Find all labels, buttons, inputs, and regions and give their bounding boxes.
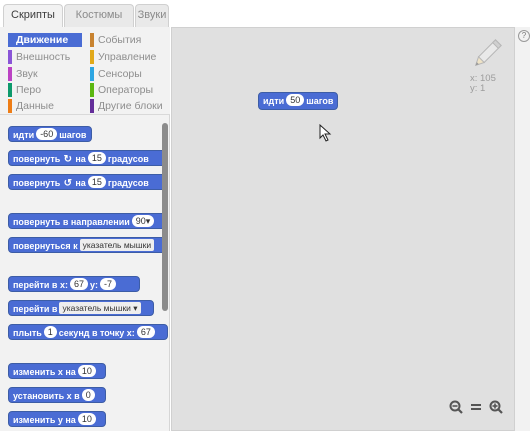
move-block[interactable]: идти -60 шагов	[8, 126, 92, 142]
go-to-xy-block[interactable]: перейти в x: 67 y: -7	[8, 276, 140, 292]
category-color-bar	[8, 99, 12, 113]
tab-sounds[interactable]: Звуки	[135, 4, 169, 27]
category-list: Движение Внешность Звук Перо Данные Собы…	[0, 27, 170, 115]
block-text: повернуть	[13, 154, 61, 164]
category-label: Другие блоки	[98, 100, 163, 112]
block-text: плыть	[13, 328, 42, 338]
category-label: Операторы	[98, 84, 154, 96]
block-text: изменить у на	[13, 415, 76, 425]
target-dropdown[interactable]: указатель мышки	[79, 239, 155, 251]
category-label: Перо	[16, 84, 42, 96]
script-area[interactable]: идти 50 шагов x: 105 y: 1	[171, 27, 515, 431]
category-label: События	[98, 34, 142, 46]
category-color-bar	[8, 83, 12, 97]
pencil-icon	[474, 39, 502, 67]
category-label: Управление	[98, 51, 157, 63]
help-icon[interactable]: ?	[518, 30, 530, 42]
zoom-reset-icon[interactable]	[468, 399, 484, 415]
dy-input[interactable]: 10	[77, 413, 96, 425]
target-dropdown[interactable]: указатель мышки ▾	[59, 302, 141, 314]
change-x-block[interactable]: изменить х на 10	[8, 363, 106, 379]
zoom-controls	[448, 398, 504, 416]
category-more-blocks[interactable]: Другие блоки	[90, 99, 168, 113]
seconds-input[interactable]: 1	[43, 326, 57, 338]
x-input[interactable]: 67	[136, 326, 155, 338]
palette-scrollbar[interactable]	[162, 123, 168, 311]
category-color-bar	[90, 83, 94, 97]
block-text: идти	[13, 130, 35, 140]
block-text: шагов	[59, 130, 87, 140]
point-towards-block[interactable]: повернуться к указатель мышки	[8, 237, 168, 253]
category-pen[interactable]: Перо	[8, 83, 82, 97]
category-sensing[interactable]: Сенсоры	[90, 67, 168, 81]
category-color-bar	[8, 33, 12, 47]
block-text: секунд в точку x:	[58, 328, 135, 338]
dx-input[interactable]: 10	[77, 365, 96, 377]
category-control[interactable]: Управление	[90, 50, 168, 64]
block-text: шагов	[306, 96, 334, 106]
category-looks[interactable]: Внешность	[8, 50, 82, 64]
block-text: установить х в	[13, 391, 80, 401]
degrees-input[interactable]: 15	[87, 176, 106, 188]
steps-input[interactable]: -60	[36, 128, 58, 140]
category-events[interactable]: События	[90, 33, 168, 47]
category-color-bar	[90, 99, 94, 113]
category-color-bar	[90, 67, 94, 81]
category-color-bar	[90, 33, 94, 47]
category-label: Внешность	[16, 51, 71, 63]
editor-tabs: Скрипты Костюмы Звуки	[0, 0, 530, 28]
block-text: повернуться к	[13, 241, 78, 251]
block-text: повернуть	[13, 178, 61, 188]
tab-scripts[interactable]: Скрипты	[3, 4, 63, 28]
category-sound[interactable]: Звук	[8, 67, 82, 81]
block-text: на	[75, 178, 86, 188]
block-text: идти	[263, 96, 285, 106]
y-input[interactable]: -7	[100, 278, 117, 290]
rotate-clockwise-icon: ↻	[63, 154, 73, 165]
block-text: перейти в x:	[13, 280, 68, 290]
category-operators[interactable]: Операторы	[90, 83, 168, 97]
rotate-counterclockwise-icon: ↺	[63, 178, 73, 189]
x-input[interactable]: 67	[69, 278, 88, 290]
category-label: Звук	[16, 68, 38, 80]
category-color-bar	[90, 50, 94, 64]
x-input[interactable]: 0	[81, 389, 95, 401]
turn-right-block[interactable]: повернуть ↻ на 15 градусов	[8, 150, 166, 166]
category-label: Сенсоры	[98, 68, 142, 80]
category-color-bar	[8, 50, 12, 64]
zoom-in-icon[interactable]	[488, 399, 504, 415]
right-panel-edge	[515, 27, 530, 431]
mouse-cursor-icon	[319, 124, 332, 142]
category-data[interactable]: Данные	[8, 99, 82, 113]
category-color-bar	[8, 67, 12, 81]
block-palette: Движение Внешность Звук Перо Данные Собы…	[0, 27, 170, 431]
category-label: Движение	[16, 34, 69, 46]
direction-input[interactable]: 90▾	[131, 215, 155, 227]
mouse-coordinates: x: 105 y: 1	[470, 74, 496, 94]
degrees-input[interactable]: 15	[87, 152, 106, 164]
block-text: повернуть в направлении	[13, 217, 130, 227]
y-coordinate: y: 1	[470, 83, 486, 94]
tab-costumes[interactable]: Костюмы	[64, 4, 134, 27]
turn-left-block[interactable]: повернуть ↺ на 15 градусов	[8, 174, 166, 190]
category-motion[interactable]: Движение	[8, 33, 82, 47]
block-text: градусов	[107, 154, 149, 164]
block-text: на	[75, 154, 86, 164]
block-list: идти -60 шагов повернуть ↻ на 15 градусов по…	[0, 116, 170, 431]
block-text: изменить х на	[13, 367, 76, 377]
category-label: Данные	[16, 100, 54, 112]
zoom-out-icon[interactable]	[448, 399, 464, 415]
glide-block[interactable]: плыть 1 секунд в точку x: 67	[8, 324, 168, 340]
set-x-block[interactable]: установить х в0	[8, 387, 106, 403]
point-in-direction-block[interactable]: повернуть в направлении 90▾	[8, 213, 166, 229]
block-text: перейти в	[13, 304, 58, 314]
go-to-block[interactable]: перейти в указатель мышки ▾	[8, 300, 154, 316]
script-move-block[interactable]: идти 50 шагов	[258, 92, 339, 110]
change-y-block[interactable]: изменить у на 10	[8, 411, 106, 427]
steps-input[interactable]: 50	[286, 94, 305, 106]
block-text: градусов	[107, 178, 149, 188]
block-text: y:	[89, 280, 98, 290]
